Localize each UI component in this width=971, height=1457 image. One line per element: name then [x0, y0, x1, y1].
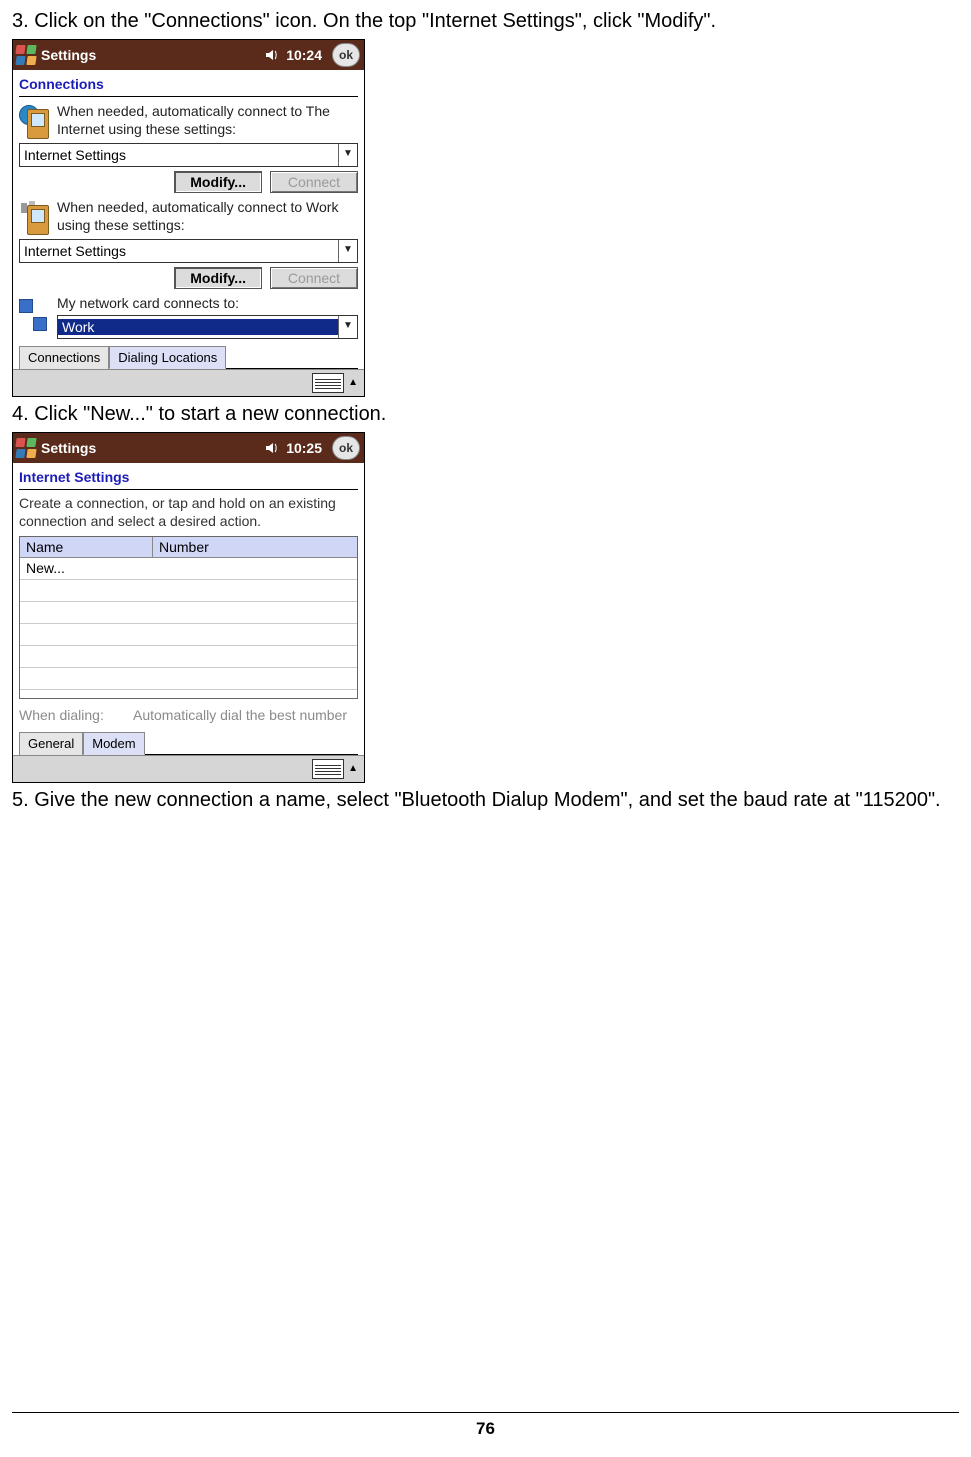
chevron-down-icon: ▼: [338, 316, 357, 338]
taskbar: ▲: [13, 369, 364, 396]
ok-button[interactable]: ok: [332, 43, 360, 67]
chevron-down-icon: ▼: [338, 144, 357, 166]
work-settings-dropdown[interactable]: Internet Settings ▼: [19, 239, 358, 263]
start-icon[interactable]: [15, 437, 37, 459]
section-title: Internet Settings: [19, 467, 358, 490]
chevron-up-icon[interactable]: ▲: [348, 763, 358, 774]
title-bar: Settings 10:25 ok: [13, 433, 364, 463]
chevron-up-icon[interactable]: ▲: [348, 377, 358, 388]
pda-screenshot-2: Settings 10:25 ok Internet Settings Crea…: [12, 432, 365, 783]
tab-connections[interactable]: Connections: [19, 346, 109, 369]
work-text: When needed, automatically connect to Wo…: [57, 199, 358, 234]
work-icon: [19, 199, 51, 235]
table-row[interactable]: New...: [20, 558, 357, 578]
volume-icon[interactable]: [264, 47, 280, 63]
ok-button[interactable]: ok: [332, 436, 360, 460]
step-3-text: 3. Click on the "Connections" icon. On t…: [12, 8, 959, 35]
step-4-text: 4. Click "New..." to start a new connect…: [12, 401, 959, 428]
tab-bar: General Modem: [19, 731, 358, 755]
column-number[interactable]: Number: [153, 537, 357, 557]
chevron-down-icon: ▼: [338, 240, 357, 262]
title-bar: Settings 10:24 ok: [13, 40, 364, 70]
pda-screenshot-1: Settings 10:24 ok Connections When neede…: [12, 39, 365, 397]
window-title: Settings: [41, 440, 260, 456]
step-5-text: 5. Give the new connection a name, selec…: [12, 787, 959, 814]
footer-rule: [12, 1412, 959, 1413]
connect-button[interactable]: Connect: [270, 171, 358, 193]
volume-icon[interactable]: [264, 440, 280, 456]
network-card-text: My network card connects to:: [57, 295, 358, 313]
page-number: 76: [0, 1419, 971, 1439]
internet-icon: [19, 103, 51, 139]
tab-modem[interactable]: Modem: [83, 732, 144, 755]
column-name[interactable]: Name: [20, 537, 153, 557]
when-dialing-label: When dialing:: [19, 707, 129, 723]
modify-button[interactable]: Modify...: [174, 267, 262, 289]
window-title: Settings: [41, 47, 260, 63]
tab-bar: Connections Dialing Locations: [19, 345, 358, 369]
keyboard-icon[interactable]: [312, 759, 344, 779]
connections-table: Name Number New...: [19, 536, 358, 699]
tab-general[interactable]: General: [19, 732, 83, 755]
clock: 10:24: [286, 47, 322, 63]
clock: 10:25: [286, 440, 322, 456]
tab-dialing-locations[interactable]: Dialing Locations: [109, 346, 226, 369]
network-card-icon: [19, 295, 51, 331]
keyboard-icon[interactable]: [312, 373, 344, 393]
when-dialing-value: Automatically dial the best number: [133, 707, 347, 723]
internet-settings-dropdown[interactable]: Internet Settings ▼: [19, 143, 358, 167]
internet-text: When needed, automatically connect to Th…: [57, 103, 358, 138]
helper-text: Create a connection, or tap and hold on …: [19, 490, 358, 536]
modify-button[interactable]: Modify...: [174, 171, 262, 193]
taskbar: ▲: [13, 755, 364, 782]
connect-button[interactable]: Connect: [270, 267, 358, 289]
start-icon[interactable]: [15, 44, 37, 66]
section-title: Connections: [19, 74, 358, 97]
network-card-dropdown[interactable]: Work ▼: [57, 315, 358, 339]
